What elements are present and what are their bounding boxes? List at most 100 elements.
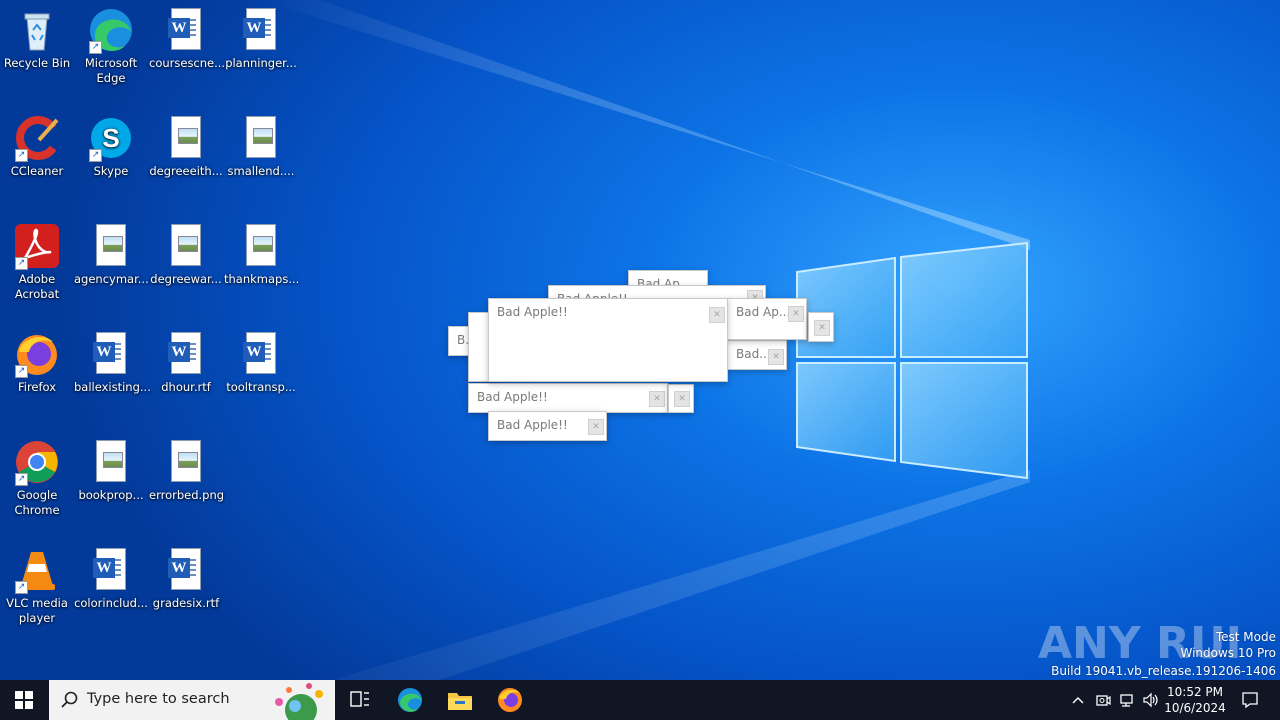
ccleaner-icon: ↗ (13, 114, 61, 162)
network-icon (1120, 694, 1133, 707)
close-button[interactable]: ✕ (814, 320, 830, 336)
vlc-icon: ↗ (13, 546, 61, 594)
file-explorer-icon (448, 693, 472, 710)
start-button[interactable] (0, 680, 48, 720)
desktop-icon-label: planninger... (225, 56, 297, 70)
tray-network-button[interactable] (1116, 680, 1138, 720)
windows-start-icon (15, 691, 33, 709)
desktop-icon-label: gradesix.rtf (152, 596, 220, 610)
window-title: Bad Apple!! (477, 390, 548, 404)
close-button[interactable]: ✕ (788, 306, 804, 322)
desktop-icon-label: Adobe Acrobat (14, 272, 60, 301)
taskbar-edge-button[interactable] (386, 680, 434, 720)
word-doc-icon: W (237, 330, 285, 378)
build-label: Build 19041.vb_release.191206-1406 (1051, 664, 1276, 678)
close-button[interactable]: ✕ (674, 391, 690, 407)
taskbar-firefox-button[interactable] (486, 680, 534, 720)
task-view-icon (350, 691, 369, 707)
bad-apple-main-window[interactable]: Bad Apple!! ✕ (488, 298, 728, 382)
bad-apple-window[interactable]: Bad Apple!! ✕ (468, 383, 668, 413)
test-mode-label: Test Mode (1215, 630, 1276, 644)
edge-icon: ↗ (87, 6, 135, 54)
word-doc-icon: W (87, 546, 135, 594)
desktop-icon-tooltransp[interactable]: W tooltransp... (224, 330, 298, 395)
tray-volume-button[interactable] (1140, 680, 1162, 720)
desktop-icon-dhour[interactable]: W dhour.rtf (149, 330, 223, 395)
image-file-icon (162, 438, 210, 486)
desktop-icon-label: Firefox (17, 380, 57, 394)
windows-logo (796, 241, 1028, 480)
desktop-icon-thankmaps[interactable]: thankmaps... (224, 222, 299, 287)
desktop-icon-label: tooltransp... (226, 380, 296, 394)
firefox-icon: ↗ (13, 330, 61, 378)
desktop-icon-label: smallend.... (227, 164, 295, 178)
bad-apple-window[interactable]: Bad Ap... ✕ (727, 298, 807, 340)
image-file-icon (162, 114, 210, 162)
word-doc-icon: W (237, 6, 285, 54)
tray-clock[interactable]: 10:52 PM 10/6/2024 (1164, 680, 1226, 720)
action-center-button[interactable] (1232, 680, 1268, 720)
desktop-icon-bookprop[interactable]: bookprop... (74, 438, 148, 503)
bad-apple-window[interactable]: ✕ (808, 312, 834, 342)
desktop-icon-ballexisting[interactable]: W ballexisting... (74, 330, 151, 395)
desktop-icon-ccleaner[interactable]: ↗ CCleaner (0, 114, 74, 179)
bad-apple-window[interactable]: Bad... ✕ (727, 340, 787, 370)
image-file-icon (87, 438, 135, 486)
chevron-up-icon (1072, 697, 1084, 704)
edge-icon (398, 688, 422, 712)
desktop-icon-microsoft-edge[interactable]: ↗ Microsoft Edge (74, 6, 148, 86)
taskbar-file-explorer-button[interactable] (436, 680, 484, 720)
camera-icon (1096, 695, 1111, 706)
show-hidden-icons-button[interactable] (1068, 680, 1088, 720)
desktop-icon-degreewar[interactable]: degreewar... (149, 222, 223, 287)
desktop-icon-label: coursescne... (149, 56, 226, 70)
image-file-icon (237, 222, 285, 270)
desktop-icon-smallend[interactable]: smallend.... (224, 114, 298, 179)
clock-date: 10/6/2024 (1164, 701, 1226, 715)
close-button[interactable]: ✕ (588, 419, 604, 435)
desktop-icon-errorbed[interactable]: errorbed.png (149, 438, 224, 503)
desktop-icon-skype[interactable]: S ↗ Skype (74, 114, 148, 179)
close-button[interactable]: ✕ (709, 307, 725, 323)
clock-time: 10:52 PM (1167, 685, 1223, 699)
desktop-icon-degreeeith[interactable]: degreeeith... (149, 114, 223, 179)
tray-meet-now-button[interactable] (1092, 680, 1114, 720)
window-title: Bad Ap... (736, 305, 791, 319)
notification-icon (1242, 692, 1258, 709)
search-placeholder: Type here to search (87, 691, 230, 707)
desktop-icon-google-chrome[interactable]: ↗ Google Chrome (0, 438, 74, 518)
desktop-icon-agencymar[interactable]: agencymar... (74, 222, 149, 287)
bad-apple-window[interactable]: Bad Apple!! ✕ (488, 411, 607, 441)
desktop-icon-label: colorinclud... (74, 596, 148, 610)
desktop-icon-planninger[interactable]: W planninger... (224, 6, 298, 71)
chrome-icon: ↗ (13, 438, 61, 486)
firefox-icon (498, 688, 522, 712)
word-doc-icon: W (162, 6, 210, 54)
desktop-icon-label: Microsoft Edge (84, 56, 138, 85)
search-highlight-icon (275, 683, 323, 720)
svg-text:S: S (102, 123, 119, 153)
taskbar-search[interactable]: Type here to search (49, 680, 335, 720)
desktop-icon-gradesix[interactable]: W gradesix.rtf (149, 546, 223, 611)
volume-icon (1143, 692, 1158, 708)
desktop-icon-label: dhour.rtf (161, 380, 211, 394)
desktop-icon-label: Recycle Bin (3, 56, 71, 70)
desktop-icon-colorinclud[interactable]: W colorinclud... (74, 546, 148, 611)
desktop-icon-recycle-bin[interactable]: Recycle Bin (0, 6, 74, 71)
desktop-icon-label: ballexisting... (74, 380, 151, 394)
close-button[interactable]: ✕ (768, 349, 784, 365)
close-button[interactable]: ✕ (649, 391, 665, 407)
taskbar: Type here to search 10:52 PM 10/6/2024 (0, 680, 1280, 720)
task-view-button[interactable] (336, 680, 384, 720)
window-title: Bad... (736, 347, 771, 361)
bad-apple-window[interactable]: ✕ (668, 384, 694, 413)
desktop-icon-firefox[interactable]: ↗ Firefox (0, 330, 74, 395)
search-icon (61, 691, 78, 708)
desktop-icon-coursescne[interactable]: W coursescne... (149, 6, 226, 71)
desktop-icon-label: Skype (93, 164, 129, 178)
image-file-icon (237, 114, 285, 162)
desktop-icon-vlc[interactable]: ↗ VLC media player (0, 546, 74, 626)
desktop-icon-adobe-acrobat[interactable]: ↗ Adobe Acrobat (0, 222, 74, 302)
recycle-bin-icon (13, 6, 61, 54)
desktop-icon-label: CCleaner (10, 164, 64, 178)
